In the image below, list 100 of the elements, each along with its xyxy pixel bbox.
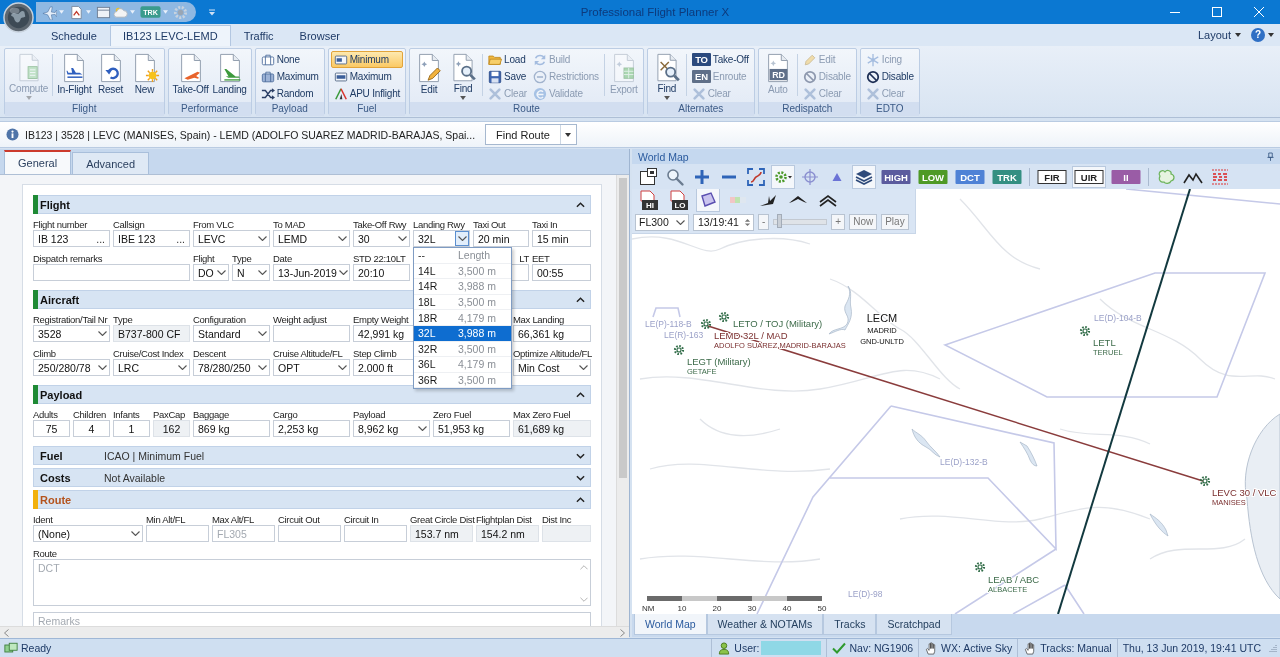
dropdown-field[interactable]: Min Cost xyxy=(513,359,591,376)
ribbon-tab[interactable]: IB123 LEVC-LEMD xyxy=(109,25,231,46)
chevron-down-icon[interactable] xyxy=(177,365,187,370)
ribbon-tab[interactable]: Schedule xyxy=(38,25,110,46)
chevron-down-icon[interactable] xyxy=(575,474,585,481)
ribbon-tab[interactable]: Traffic xyxy=(230,25,287,46)
ribbon-button[interactable]: Disable xyxy=(862,68,917,85)
slider-thumb[interactable] xyxy=(776,214,782,228)
dropdown-field[interactable]: 32L xyxy=(413,230,470,247)
ribbon-button[interactable]: Maximum xyxy=(330,68,404,85)
dropdown-field[interactable]: 78/280/250 xyxy=(193,359,270,376)
chevron-down-icon[interactable] xyxy=(97,331,107,336)
input-field[interactable]: 1 xyxy=(113,420,150,437)
input-field[interactable]: 00:55 xyxy=(532,264,591,281)
section-header[interactable]: Route xyxy=(33,490,591,509)
window-icon[interactable] xyxy=(96,4,111,20)
input-field[interactable] xyxy=(33,264,190,281)
dropdown-field[interactable]: OPT xyxy=(273,359,350,376)
plane-icon[interactable] xyxy=(42,4,57,20)
cog-marker-icon[interactable] xyxy=(700,318,712,330)
ribbon-button[interactable]: Reset xyxy=(93,51,128,102)
section-header[interactable]: Payload xyxy=(33,385,591,404)
readonly-field[interactable]: 61,689 kg xyxy=(513,420,591,437)
vertical-scrollbar[interactable] xyxy=(616,175,629,626)
input-field[interactable]: 15 min xyxy=(532,230,591,247)
dropdown-field[interactable]: 30 xyxy=(353,230,410,247)
time-field[interactable]: 13/19:41 xyxy=(693,213,754,231)
section-header[interactable]: Flight xyxy=(33,195,591,214)
chevron-up-icon[interactable] xyxy=(575,496,585,503)
ribbon-button[interactable]: None xyxy=(257,51,322,68)
dropdown-field[interactable]: DO xyxy=(193,264,229,281)
ribbon-button[interactable]: Minimum xyxy=(330,51,404,68)
ribbon-button[interactable]: Save xyxy=(485,68,530,85)
caret-icon[interactable] xyxy=(1268,33,1274,37)
dropdown-field[interactable]: N xyxy=(232,264,270,281)
ribbon-button[interactable]: Random xyxy=(257,85,322,102)
help-button[interactable]: ? xyxy=(1251,28,1265,42)
dropdown-field[interactable]: LEVC xyxy=(193,230,270,247)
spin-arrows-icon[interactable] xyxy=(744,216,751,228)
dropdown-field[interactable]: 250/280/78 xyxy=(33,359,110,376)
layers-icon[interactable] xyxy=(852,164,876,189)
ribbon-button[interactable]: Find xyxy=(446,51,481,102)
pin-icon[interactable] xyxy=(1267,152,1274,161)
chevron-down-icon[interactable] xyxy=(417,426,427,431)
dropdown-field[interactable]: Standard xyxy=(193,325,270,342)
layout-menu[interactable]: Layout xyxy=(1193,25,1245,45)
browse-button[interactable]: ... xyxy=(172,232,189,245)
readonly-field[interactable]: 154.2 nm xyxy=(476,525,539,542)
dropdown-field[interactable]: FL300 xyxy=(635,213,689,231)
ribbon-button[interactable]: APU Inflight xyxy=(330,85,404,102)
input-field[interactable]: 66,361 kg xyxy=(513,325,591,342)
step-back-button[interactable]: - xyxy=(758,214,770,230)
input-field[interactable] xyxy=(146,525,209,542)
input-field[interactable] xyxy=(344,525,407,542)
cog-marker-icon[interactable] xyxy=(718,311,730,323)
chevron-down-icon[interactable] xyxy=(216,270,226,275)
dropdown-field[interactable]: LEMD xyxy=(273,230,350,247)
list-option[interactable]: 18R 4,179 m xyxy=(414,310,511,326)
input-field[interactable]: 869 kg xyxy=(193,420,270,437)
cog-marker-icon[interactable] xyxy=(974,561,986,573)
list-option[interactable]: 14R 3,988 m xyxy=(414,279,511,295)
polygon-icon[interactable] xyxy=(696,189,720,212)
input-field[interactable]: 20 min xyxy=(473,230,529,247)
dropdown-field[interactable]: (None) xyxy=(33,525,143,542)
dropdown-field[interactable]: 3528 xyxy=(33,325,110,342)
list-option[interactable]: 36L 4,179 m xyxy=(414,357,511,373)
browse-button[interactable]: ... xyxy=(92,232,109,245)
dropdown-field[interactable]: 8,962 kg xyxy=(353,420,430,437)
readonly-field[interactable]: B737-800 CF xyxy=(113,325,190,342)
tab[interactable]: Scratchpad xyxy=(876,614,952,635)
input-field[interactable]: 20:10 xyxy=(353,264,410,281)
ribbon-button[interactable]: Landing xyxy=(210,51,249,102)
chevron-down-icon[interactable] xyxy=(257,236,267,241)
step-forward-button[interactable]: + xyxy=(831,214,846,230)
chevron-down-icon[interactable] xyxy=(397,236,407,241)
ribbon-tab[interactable]: Browser xyxy=(286,25,353,46)
cog-marker-icon[interactable] xyxy=(1199,475,1211,487)
play-button[interactable]: Play xyxy=(881,214,909,230)
ribbon-button[interactable]: In-Flight xyxy=(55,51,94,102)
chevron-down-icon[interactable] xyxy=(97,365,107,370)
list-option[interactable]: 14L 3,500 m xyxy=(414,263,511,280)
chevron-down-icon[interactable] xyxy=(457,236,467,241)
scrollbar-thumb[interactable] xyxy=(619,178,627,478)
chevron-up-icon[interactable] xyxy=(575,296,585,303)
chevron-up-icon[interactable] xyxy=(575,201,585,208)
list-option[interactable]: 32R 3,500 m xyxy=(414,341,511,358)
tab[interactable]: World Map xyxy=(634,614,707,635)
document-icon[interactable] xyxy=(69,4,84,20)
list-option[interactable]: 36R 3,500 m xyxy=(414,372,511,389)
list-option[interactable]: 18L 3,500 m xyxy=(414,294,511,311)
chevron-down-icon[interactable] xyxy=(339,270,349,275)
chevron-down-icon[interactable] xyxy=(257,331,267,336)
chevron-up-icon[interactable] xyxy=(575,391,585,398)
input-field[interactable]: 51,953 kg xyxy=(433,420,510,437)
cog-marker-icon[interactable] xyxy=(673,344,685,356)
ribbon-button[interactable]: Find xyxy=(649,51,684,102)
input-field[interactable] xyxy=(273,325,350,342)
section-header[interactable]: Costs Not Available xyxy=(33,468,591,487)
chevron-right-icon[interactable] xyxy=(620,628,625,637)
section-header[interactable]: Fuel ICAO | Minimum Fuel xyxy=(33,446,591,465)
